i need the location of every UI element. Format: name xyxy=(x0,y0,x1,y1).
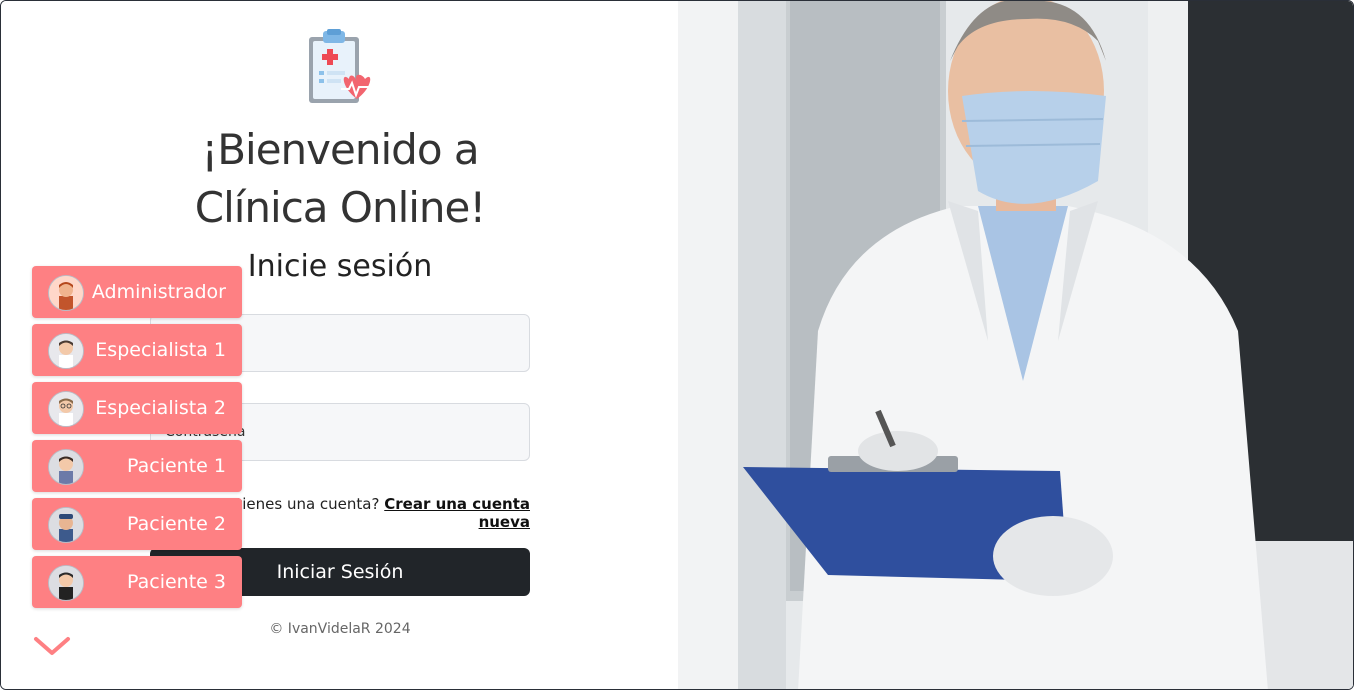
quick-login-admin-button[interactable]: Administrador xyxy=(32,266,242,318)
clinic-clipboard-logo-icon xyxy=(309,29,371,103)
quick-login-label: Paciente 1 xyxy=(127,455,226,477)
quick-login-specialist-2-button[interactable]: Especialista 2 xyxy=(32,382,242,434)
quick-login-label: Paciente 2 xyxy=(127,513,226,535)
welcome-line-1: ¡Bienvenido a xyxy=(201,125,479,174)
quick-login-label: Especialista 1 xyxy=(95,339,226,361)
create-account-link[interactable]: Crear una cuenta nueva xyxy=(384,495,530,531)
welcome-title: ¡Bienvenido a Clínica Online! xyxy=(101,121,579,237)
admin-avatar-icon xyxy=(48,275,84,311)
patient-avatar-icon xyxy=(48,449,84,485)
footer-copyright: © IvanVidelaR 2024 xyxy=(269,621,411,637)
quick-login-label: Paciente 3 xyxy=(127,571,226,593)
login-panel: ¡Bienvenido a Clínica Online! Inicie ses… xyxy=(1,1,678,689)
quick-login-label: Administrador xyxy=(91,281,226,303)
quick-login-patient-1-button[interactable]: Paciente 1 xyxy=(32,440,242,492)
patient-avatar-icon xyxy=(48,565,84,601)
quick-login-specialist-1-button[interactable]: Especialista 1 xyxy=(32,324,242,376)
quick-login-patient-3-button[interactable]: Paciente 3 xyxy=(32,556,242,608)
quick-login-patient-2-button[interactable]: Paciente 2 xyxy=(32,498,242,550)
app-window: ¡Bienvenido a Clínica Online! Inicie ses… xyxy=(0,0,1354,690)
specialist-avatar-icon xyxy=(48,391,84,427)
welcome-line-2: Clínica Online! xyxy=(194,183,486,232)
patient-avatar-icon xyxy=(48,507,84,543)
doctor-photo-illustration xyxy=(678,1,1353,689)
quick-login-label: Especialista 2 xyxy=(95,397,226,419)
doctor-hero-image xyxy=(678,1,1353,689)
chevron-down-icon[interactable] xyxy=(33,633,71,659)
specialist-avatar-icon xyxy=(48,333,84,369)
